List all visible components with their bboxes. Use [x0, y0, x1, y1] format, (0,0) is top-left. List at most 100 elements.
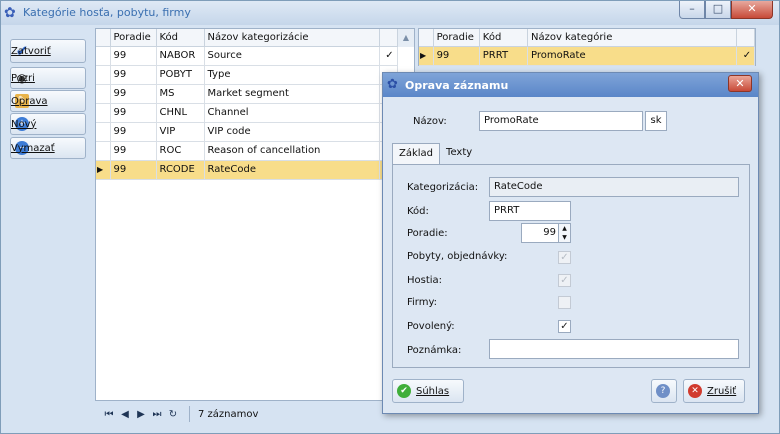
- dialog-title: Oprava záznamu: [405, 79, 509, 92]
- first-record-icon[interactable]: ⏮: [101, 409, 117, 420]
- preview-button[interactable]: ◉ Pozri: [10, 67, 86, 89]
- stays-checkbox: ✓: [558, 251, 571, 264]
- current-row-arrow-icon: ▶: [419, 46, 434, 66]
- edit-button-label: Oprava: [11, 95, 48, 107]
- cancel-button-label: Zrušiť: [707, 385, 737, 397]
- row-indicator: [96, 46, 111, 66]
- cancel-button[interactable]: ✕ Zrušiť: [683, 379, 745, 403]
- guests-checkbox: ✓: [558, 274, 571, 287]
- language-button[interactable]: sk: [645, 111, 667, 131]
- cell-code: CHNL: [156, 103, 205, 123]
- cell-name: Reason of cancellation: [204, 141, 380, 161]
- cell-name: Channel: [204, 103, 380, 123]
- window-title: Kategórie hosťa, pobytu, firmy: [23, 6, 191, 19]
- name-input[interactable]: PromoRate: [479, 111, 643, 131]
- cell-code: RCODE: [156, 160, 205, 180]
- header-indicator: [419, 29, 434, 47]
- record-count: 7 záznamov: [198, 408, 259, 420]
- cell-name: RateCode: [204, 160, 380, 180]
- column-header-order[interactable]: Poradie: [433, 29, 480, 47]
- row-indicator: [96, 65, 111, 85]
- categories-table: Poradie Kód Názov kategorizácie 99 NABOR…: [96, 29, 398, 180]
- cell-name: VIP code: [204, 122, 380, 142]
- allowed-checkbox[interactable]: ✓: [558, 320, 571, 333]
- table-row[interactable]: 99 MS Market segment: [96, 84, 398, 104]
- dialog-close-button[interactable]: ✕: [728, 75, 752, 92]
- table-row-selected[interactable]: ▶ 99 PRRT PromoRate ✓: [419, 46, 756, 66]
- dialog-app-icon: ✿: [387, 77, 398, 92]
- dialog-title-bar[interactable]: ✿ Oprava záznamu ✕: [383, 73, 758, 97]
- row-indicator: [96, 122, 111, 142]
- note-label: Poznámka:: [407, 345, 462, 356]
- cell-code: MS: [156, 84, 205, 104]
- table-row[interactable]: 99 POBYT Type: [96, 65, 398, 85]
- row-indicator: [96, 84, 111, 104]
- cell-order: 99: [110, 160, 157, 180]
- maximize-button[interactable]: □: [705, 1, 731, 19]
- edit-button[interactable]: ✎ Oprava: [10, 90, 86, 112]
- column-header-order[interactable]: Poradie: [110, 29, 157, 47]
- table-header: Poradie Kód Názov kategorizácie: [96, 29, 398, 47]
- cell-order: 99: [110, 65, 157, 85]
- row-indicator: [96, 141, 111, 161]
- refresh-icon[interactable]: ↻: [165, 409, 181, 420]
- tab-basic[interactable]: Základ: [392, 143, 441, 165]
- window-controls: – □ ✕: [679, 1, 773, 19]
- table-row[interactable]: 99 ROC Reason of cancellation: [96, 141, 398, 161]
- last-record-icon[interactable]: ⏭: [149, 409, 165, 420]
- row-indicator: [96, 103, 111, 123]
- cell-order: 99: [110, 122, 157, 142]
- cancel-icon: ✕: [688, 384, 702, 398]
- cell-name: PromoRate: [527, 46, 737, 66]
- header-indicator: [96, 29, 111, 47]
- table-row-selected[interactable]: ▶ 99 RCODE RateCode: [96, 160, 398, 180]
- cell-name: Source: [204, 46, 380, 66]
- code-input[interactable]: PRRT: [489, 201, 571, 221]
- companies-label: Firmy:: [407, 297, 438, 308]
- edit-record-dialog: ✿ Oprava záznamu ✕ Názov: PromoRate sk Z…: [382, 72, 759, 414]
- tab-strip: Základ Texty: [392, 143, 478, 165]
- delete-button[interactable]: – Vymazať: [10, 137, 86, 159]
- column-header-check: [379, 29, 398, 47]
- next-record-icon[interactable]: ▶: [133, 409, 149, 420]
- column-header-code[interactable]: Kód: [479, 29, 528, 47]
- ok-button[interactable]: ✔ Súhlas: [392, 379, 464, 403]
- prev-record-icon[interactable]: ◀: [117, 409, 133, 420]
- minimize-button[interactable]: –: [679, 1, 705, 19]
- spinner-arrows-icon[interactable]: ▲ ▼: [558, 224, 570, 242]
- delete-button-label: Vymazať: [11, 142, 55, 154]
- categories-grid[interactable]: Poradie Kód Názov kategorizácie 99 NABOR…: [95, 28, 415, 401]
- cell-check: ✓: [379, 46, 398, 66]
- help-icon: ?: [656, 384, 670, 398]
- column-header-name[interactable]: Názov kategórie: [527, 29, 737, 47]
- cell-code: POBYT: [156, 65, 205, 85]
- close-window-button[interactable]: ✕: [731, 1, 773, 19]
- tab-texts[interactable]: Texty: [440, 143, 478, 165]
- scroll-up-icon[interactable]: ▲: [397, 29, 414, 47]
- app-icon: ✿: [4, 5, 16, 21]
- category-values-grid[interactable]: Poradie Kód Názov kategórie ▶ 99 PRRT Pr…: [418, 28, 756, 66]
- stays-label: Pobyty, objednávky:: [407, 251, 508, 262]
- cell-code: VIP: [156, 122, 205, 142]
- cell-code: PRRT: [479, 46, 528, 66]
- cell-code: NABOR: [156, 46, 205, 66]
- help-button[interactable]: ?: [651, 379, 677, 403]
- note-input[interactable]: [489, 339, 739, 359]
- close-button[interactable]: ✔ Zatvoriť: [10, 39, 86, 63]
- table-row[interactable]: 99 NABOR Source ✓: [96, 46, 398, 66]
- main-title-bar: ✿ Kategórie hosťa, pobytu, firmy – □ ✕: [1, 1, 779, 25]
- table-row[interactable]: 99 CHNL Channel: [96, 103, 398, 123]
- name-label: Názov:: [413, 116, 447, 127]
- column-header-code[interactable]: Kód: [156, 29, 205, 47]
- checkmark-icon: ✔: [397, 384, 411, 398]
- table-row[interactable]: 99 VIP VIP code: [96, 122, 398, 142]
- column-header-check: [736, 29, 756, 47]
- cell-order: 99: [433, 46, 480, 66]
- order-label: Poradie:: [407, 228, 448, 239]
- column-header-name[interactable]: Názov kategorizácie: [204, 29, 380, 47]
- current-row-arrow-icon: ▶: [96, 160, 111, 180]
- preview-button-label: Pozri: [11, 72, 35, 84]
- new-button[interactable]: + Nový: [10, 113, 86, 135]
- allowed-label: Povolený:: [407, 321, 455, 332]
- order-spinner[interactable]: 99 ▲ ▼: [521, 223, 571, 243]
